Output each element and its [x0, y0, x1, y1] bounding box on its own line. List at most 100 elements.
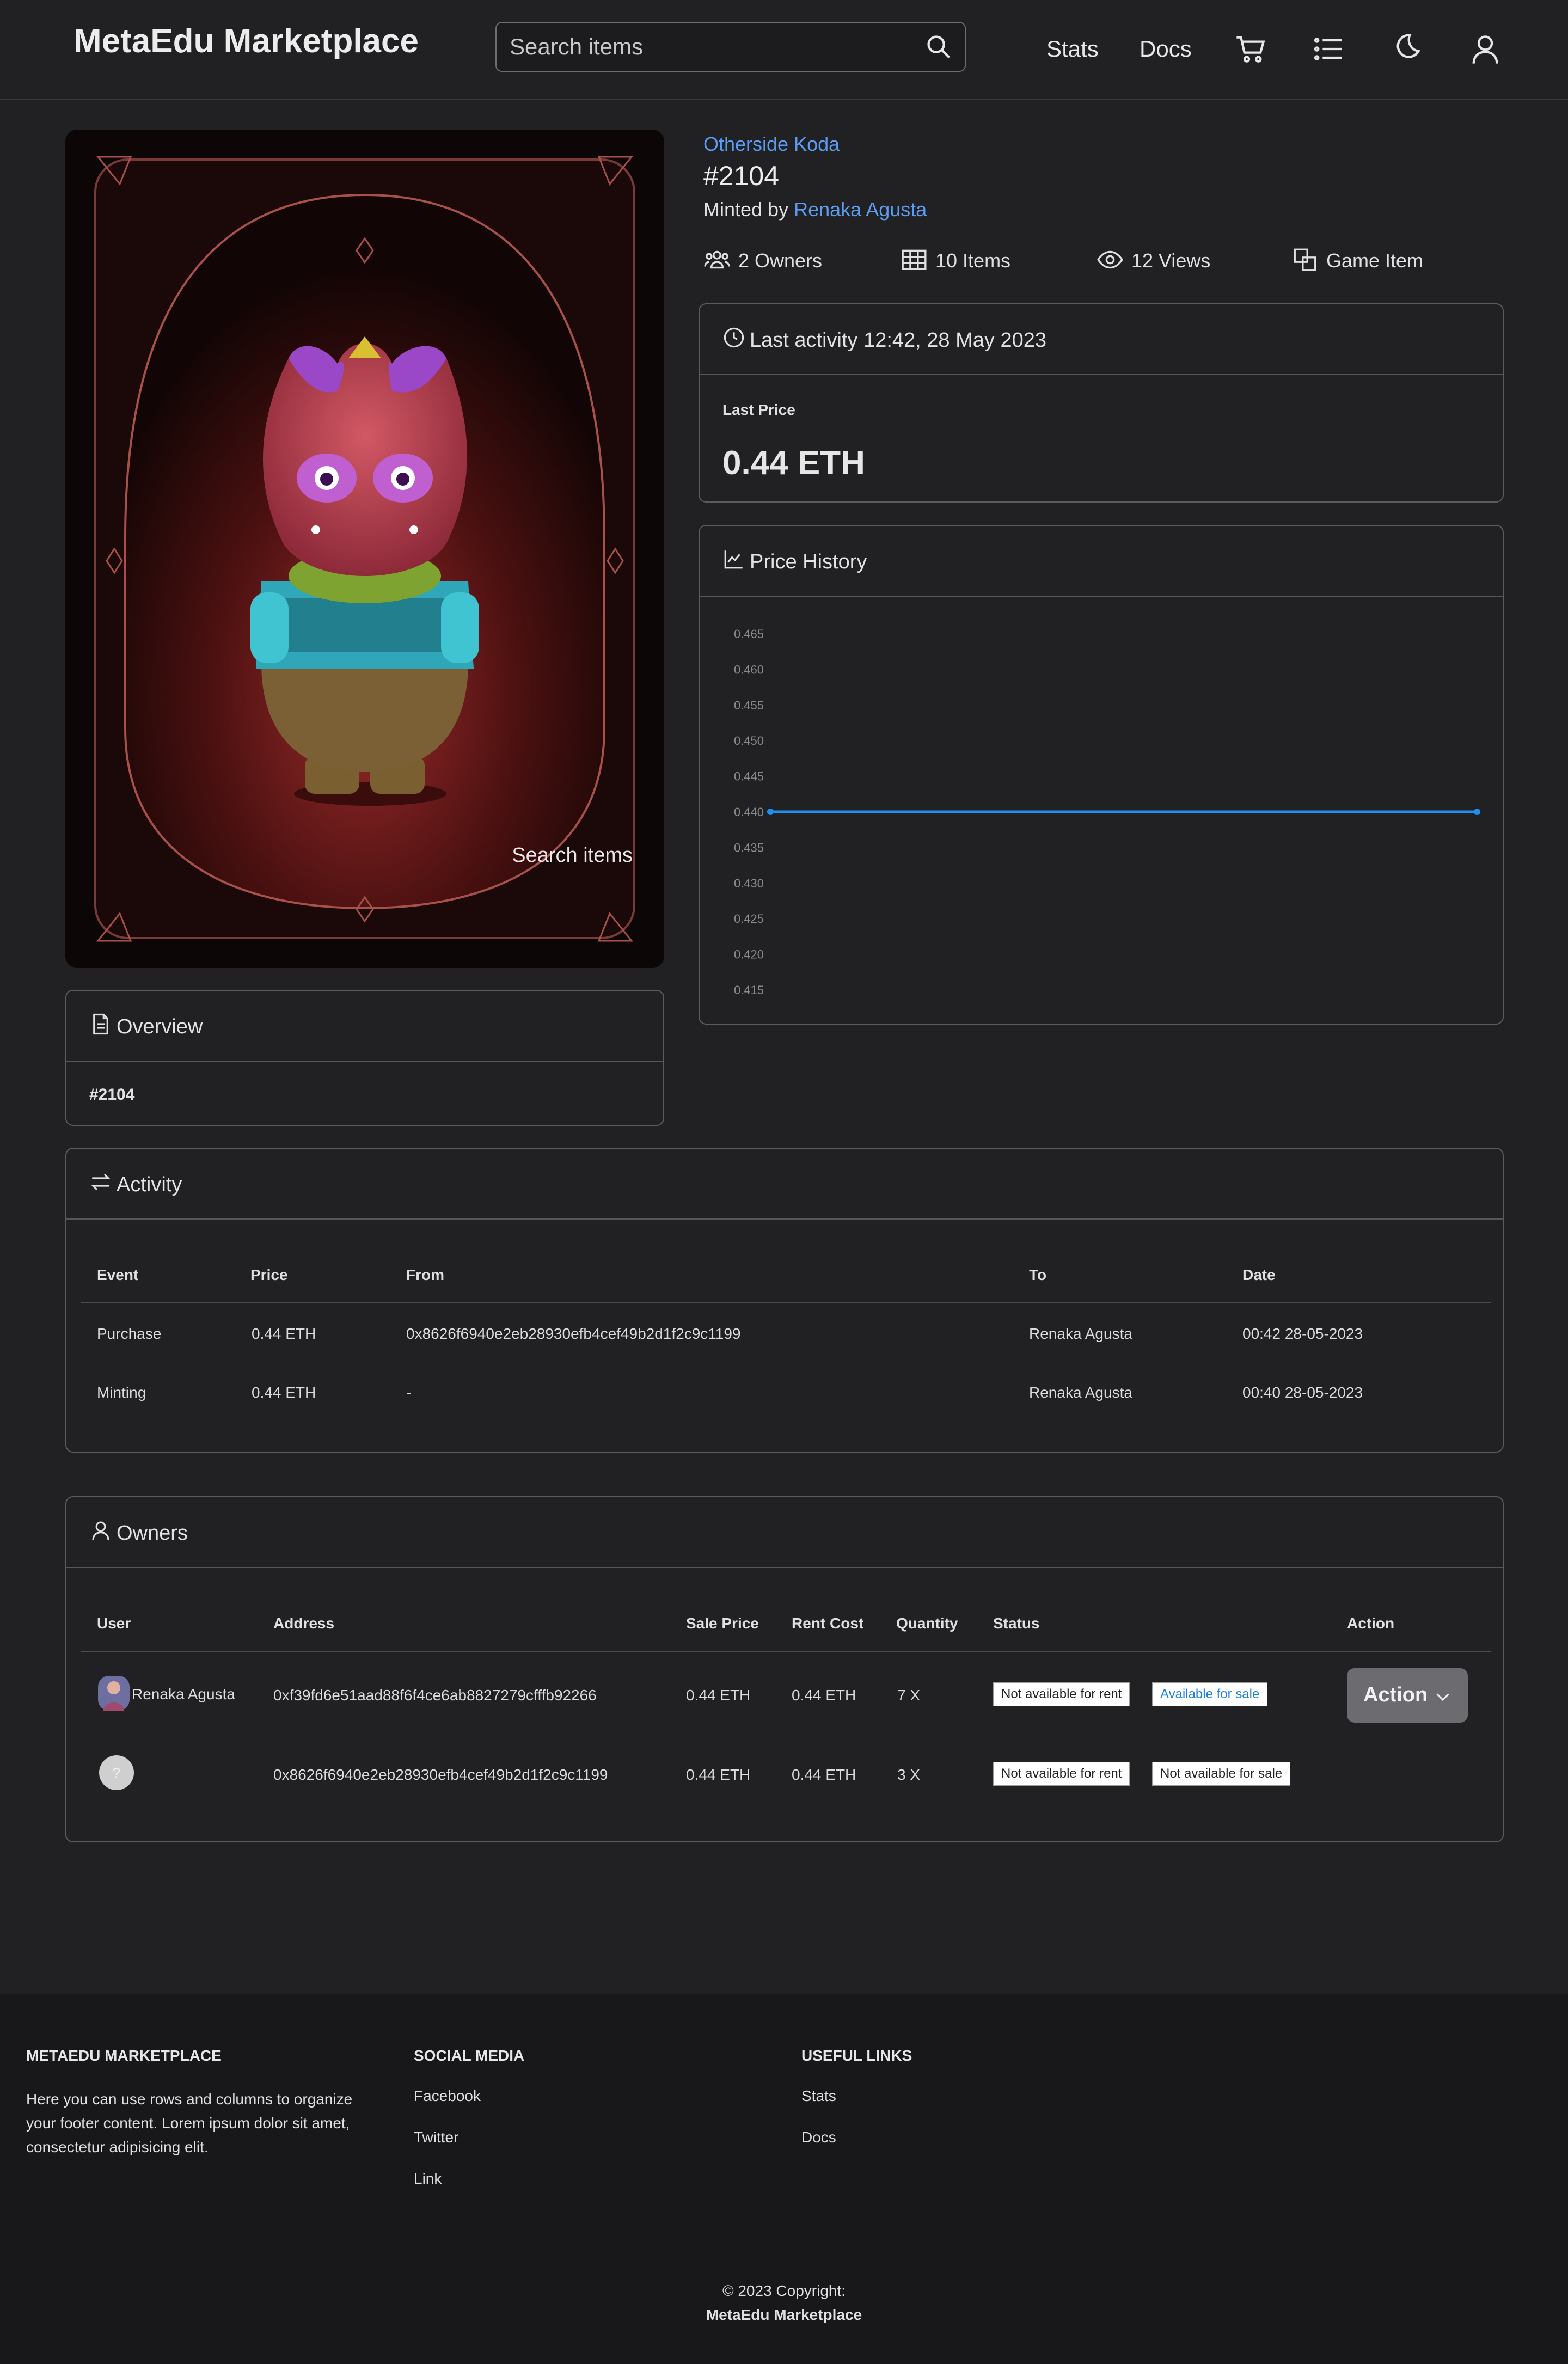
- price-data-point[interactable]: [767, 809, 774, 815]
- cart-icon[interactable]: [1234, 32, 1269, 66]
- col-user: User: [97, 1615, 131, 1632]
- footer-heading-social: SOCIAL MEDIA: [414, 2047, 525, 2064]
- y-tick-label: 0.450: [734, 734, 764, 748]
- user-icon: [92, 1521, 109, 1540]
- dark-mode-moon-icon[interactable]: [1389, 29, 1424, 64]
- owner-name: Renaka Agusta: [132, 1686, 235, 1702]
- y-tick-label: 0.415: [734, 983, 764, 997]
- search-input[interactable]: Search items: [495, 22, 966, 72]
- col-from: From: [406, 1266, 444, 1283]
- nav-docs-link[interactable]: Docs: [1140, 36, 1192, 62]
- owners-count: 2 Owners: [704, 249, 823, 272]
- price-history-title: Price History: [750, 550, 867, 573]
- col-event: Event: [97, 1266, 139, 1283]
- item-title: #2104: [703, 161, 780, 191]
- y-tick-label: 0.460: [734, 663, 764, 676]
- price-cell: 0.44 ETH: [252, 1325, 316, 1342]
- users-icon: [704, 250, 730, 269]
- y-tick-label: 0.420: [734, 948, 764, 961]
- sale-status-badge: Available for sale: [1152, 1682, 1268, 1706]
- from-cell: -: [406, 1384, 412, 1401]
- rent-cost-cell: 0.44 ETH: [792, 1687, 856, 1704]
- from-address-link[interactable]: 0x8626f6940e2eb28930efb4cef49b2d1f2c9c11…: [406, 1325, 741, 1343]
- y-tick-label: 0.455: [734, 699, 764, 712]
- rent-cost-cell: 0.44 ETH: [792, 1766, 856, 1783]
- overview-title: Overview: [117, 1015, 203, 1038]
- copyright-text: © 2023 Copyright:: [722, 2282, 846, 2299]
- list-menu-icon[interactable]: [1311, 32, 1346, 66]
- date-cell: 00:42 28-05-2023: [1242, 1325, 1363, 1342]
- col-address: Address: [273, 1615, 335, 1632]
- y-tick-label: 0.440: [734, 805, 764, 819]
- table-row: Purchase 0.44 ETH 0x8626f6940e2eb28930ef…: [81, 1305, 1491, 1362]
- collection-link[interactable]: Otherside Koda: [703, 133, 840, 156]
- col-status: Status: [993, 1615, 1040, 1632]
- document-icon: [93, 1013, 108, 1035]
- minter-link[interactable]: Renaka Agusta: [794, 198, 927, 221]
- owners-header: Owners: [66, 1497, 1503, 1568]
- top-navbar: MetaEdu Marketplace Search items Stats D…: [0, 0, 1568, 100]
- y-tick-label: 0.435: [734, 841, 764, 854]
- last-price-label: Last Price: [722, 401, 795, 418]
- footer-heading-about: METAEDU MARKETPLACE: [26, 2047, 222, 2064]
- copyright-name: MetaEdu Marketplace: [706, 2306, 862, 2323]
- action-dropdown-button[interactable]: Action: [1347, 1668, 1468, 1723]
- to-user-link[interactable]: Renaka Agusta: [1029, 1384, 1132, 1401]
- price-history-header: Price History: [700, 526, 1503, 597]
- owner-address-link[interactable]: 0x8626f6940e2eb28930efb4cef49b2d1f2c9c11…: [273, 1766, 608, 1784]
- footer-link-stats[interactable]: Stats: [801, 2087, 836, 2105]
- footer: METAEDU MARKETPLACE Here you can use row…: [0, 1994, 1568, 2364]
- item-type: Game Item: [1294, 248, 1424, 272]
- grid-table-icon: [902, 249, 927, 270]
- last-price-value: 0.44 ETH: [722, 444, 865, 482]
- search-icon[interactable]: [924, 33, 953, 61]
- owners-count-text: 2 Owners: [738, 249, 823, 272]
- col-date: Date: [1242, 1266, 1276, 1283]
- last-activity-card: Last activity 12:42, 28 May 2023 Last Pr…: [699, 303, 1504, 503]
- items-count: 10 Items: [902, 249, 1010, 272]
- action-label: Action: [1363, 1683, 1428, 1706]
- footer-link-link[interactable]: Link: [414, 2170, 442, 2188]
- rent-status-badge: Not available for rent: [993, 1762, 1130, 1786]
- event-cell: Minting: [97, 1384, 146, 1401]
- minted-by-label: Minted by: [703, 198, 789, 221]
- activity-title: Activity: [117, 1173, 182, 1196]
- nft-artwork: [65, 130, 664, 968]
- nav-stats-link[interactable]: Stats: [1046, 36, 1099, 62]
- user-account-icon[interactable]: [1468, 32, 1503, 66]
- sale-price-cell: 0.44 ETH: [686, 1687, 751, 1704]
- owners-title: Owners: [117, 1522, 188, 1545]
- y-tick-label: 0.465: [734, 627, 764, 641]
- line-chart-icon: [724, 550, 743, 569]
- date-cell: 00:40 28-05-2023: [1242, 1384, 1363, 1401]
- col-action: Action: [1347, 1615, 1395, 1632]
- footer-heading-useful: USEFUL LINKS: [801, 2047, 912, 2064]
- brand-logo[interactable]: MetaEdu Marketplace: [74, 22, 419, 60]
- avatar: [98, 1676, 130, 1711]
- chevron-down-icon: [1436, 1693, 1449, 1701]
- activity-card: Activity Event Price From To Date Purcha…: [65, 1148, 1504, 1453]
- activity-header: Activity: [66, 1149, 1503, 1220]
- price-history-chart: 0.465 0.460 0.455 0.450 0.445 0.440 0.435 0.430…: [734, 627, 1480, 997]
- last-activity-title: Last activity 12:42, 28 May 2023: [750, 329, 1046, 352]
- sale-price-cell: 0.44 ETH: [686, 1766, 751, 1783]
- views-count: 12 Views: [1097, 249, 1211, 272]
- item-type-text: Game Item: [1326, 249, 1424, 272]
- owner-address-link[interactable]: 0xf39fd6e51aad88f6f4ce6ab8827279cfffb922…: [273, 1687, 597, 1704]
- y-tick-label: 0.430: [734, 877, 764, 890]
- avatar-placeholder: ?: [99, 1755, 134, 1790]
- col-rent-cost: Rent Cost: [792, 1615, 864, 1632]
- y-tick-label: 0.425: [734, 912, 764, 926]
- price-data-point[interactable]: [1474, 809, 1480, 815]
- y-tick-label: 0.445: [734, 770, 764, 783]
- footer-link-twitter[interactable]: Twitter: [414, 2129, 458, 2146]
- footer-about-text: Here you can use rows and columns to org…: [26, 2091, 353, 2155]
- col-to: To: [1029, 1266, 1047, 1283]
- swap-arrows-icon: [91, 1173, 111, 1191]
- quantity-cell: 7 X: [897, 1687, 921, 1704]
- to-user-link[interactable]: Renaka Agusta: [1029, 1325, 1132, 1343]
- table-row: ? 0x8626f6940e2eb28930efb4cef49b2d1f2c9c…: [81, 1732, 1491, 1809]
- footer-link-facebook[interactable]: Facebook: [414, 2087, 481, 2105]
- views-count-text: 12 Views: [1131, 249, 1211, 272]
- footer-link-docs[interactable]: Docs: [801, 2129, 836, 2146]
